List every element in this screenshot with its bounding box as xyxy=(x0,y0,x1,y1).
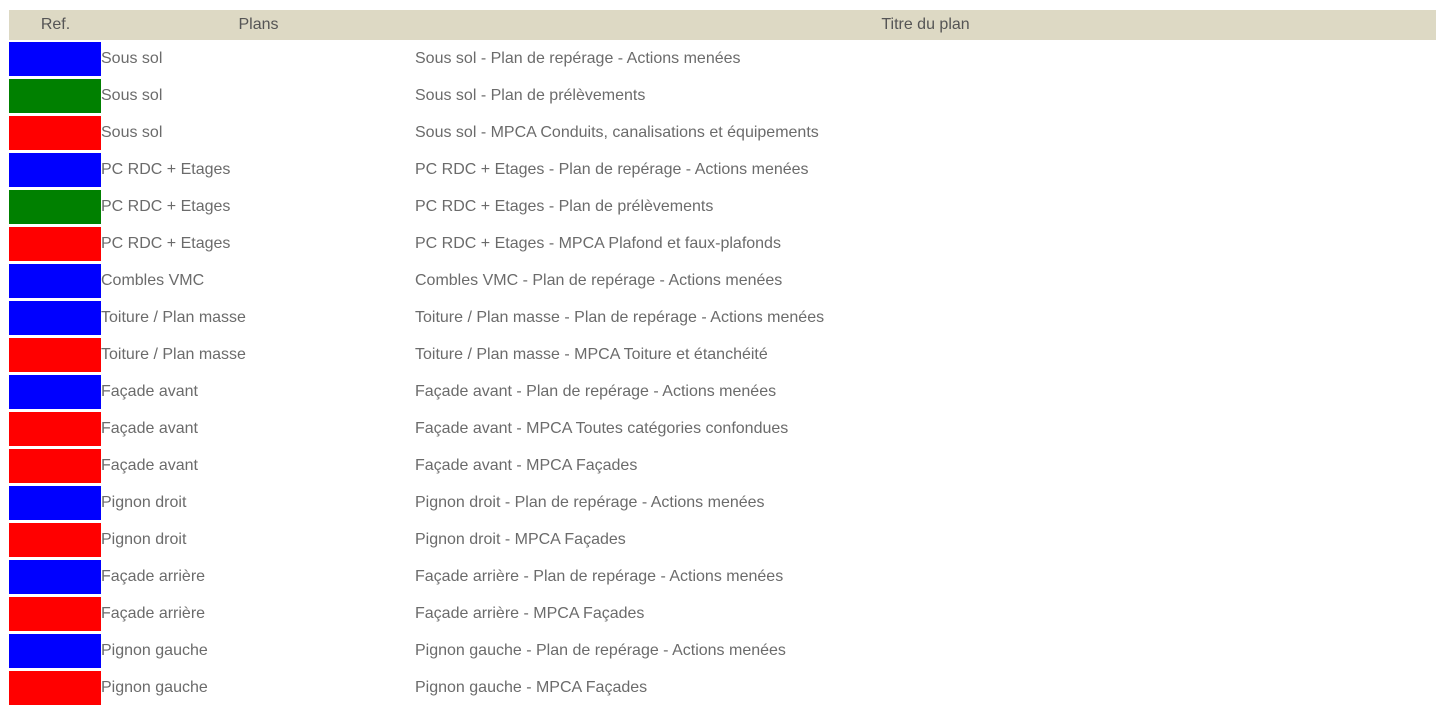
plan-title[interactable]: Pignon gauche - MPCA Façades xyxy=(415,669,1436,706)
plan-title[interactable]: Façade arrière - MPCA Façades xyxy=(415,595,1436,632)
table-row[interactable]: Façade avant Façade avant - Plan de repér… xyxy=(9,373,1436,410)
plan-name: Toiture / Plan masse xyxy=(101,345,246,363)
table-row[interactable]: Pignon gauche Pignon gauche - Plan de rep… xyxy=(9,632,1436,669)
plan-name: PC RDC + Etages xyxy=(101,160,231,178)
plan-title[interactable]: Façade arrière - Plan de repérage - Acti… xyxy=(415,558,1436,595)
ref-color-swatch xyxy=(9,227,101,261)
ref-color-swatch xyxy=(9,153,101,187)
table-header: Ref. Plans Titre du plan xyxy=(9,10,1436,40)
ref-color-swatch xyxy=(9,486,101,520)
plan-title[interactable]: Pignon droit - MPCA Façades xyxy=(415,521,1436,558)
plan-name: Combles VMC xyxy=(101,271,205,289)
table-row[interactable]: PC RDC + Etages PC RDC + Etages - Plan de… xyxy=(9,151,1436,188)
column-header-plans: Plans xyxy=(238,16,279,33)
plan-title[interactable]: Toiture / Plan masse - Plan de repérage … xyxy=(415,299,1436,336)
table-row[interactable]: Combles VMC Combles VMC - Plan de repérag… xyxy=(9,262,1436,299)
table-row[interactable]: Façade avant Façade avant - MPCA Toutes c… xyxy=(9,410,1436,447)
plan-name: Pignon gauche xyxy=(101,641,208,659)
table-row[interactable]: Pignon droit Pignon droit - MPCA Façades xyxy=(9,521,1436,558)
plan-title[interactable]: Façade avant - Plan de repérage - Action… xyxy=(415,373,1436,410)
ref-color-swatch xyxy=(9,79,101,113)
table-row[interactable]: PC RDC + Etages PC RDC + Etages - Plan de… xyxy=(9,188,1436,225)
plan-name: Sous sol xyxy=(101,123,163,141)
plans-table: Ref. Plans Titre du plan Sous sol Sous so… xyxy=(9,10,1436,706)
plan-title[interactable]: Sous sol - Plan de prélèvements xyxy=(415,77,1436,114)
ref-color-swatch xyxy=(9,338,101,372)
table-row[interactable]: Pignon gauche Pignon gauche - MPCA Façade… xyxy=(9,669,1436,706)
ref-color-swatch xyxy=(9,116,101,150)
plan-name: Sous sol xyxy=(101,49,163,67)
ref-color-swatch xyxy=(9,597,101,631)
plan-title[interactable]: PC RDC + Etages - MPCA Plafond et faux-p… xyxy=(415,225,1436,262)
table-row[interactable]: PC RDC + Etages PC RDC + Etages - MPCA Pl… xyxy=(9,225,1436,262)
plan-name: Sous sol xyxy=(101,86,163,104)
ref-color-swatch xyxy=(9,560,101,594)
plan-title[interactable]: PC RDC + Etages - Plan de repérage - Act… xyxy=(415,151,1436,188)
plan-name: Toiture / Plan masse xyxy=(101,308,246,326)
plan-title[interactable]: Pignon gauche - Plan de repérage - Actio… xyxy=(415,632,1436,669)
table-row[interactable]: Sous sol Sous sol - Plan de repérage - Ac… xyxy=(9,40,1436,77)
ref-color-swatch xyxy=(9,412,101,446)
plan-title[interactable]: Façade avant - MPCA Façades xyxy=(415,447,1436,484)
table-row[interactable]: Sous sol Sous sol - MPCA Conduits, canali… xyxy=(9,114,1436,151)
table-row[interactable]: Façade arrière Façade arrière - MPCA Faça… xyxy=(9,595,1436,632)
plan-name: Façade avant xyxy=(101,456,198,474)
ref-color-swatch xyxy=(9,301,101,335)
ref-color-swatch xyxy=(9,449,101,483)
table-row[interactable]: Toiture / Plan masse Toiture / Plan masse… xyxy=(9,336,1436,373)
plan-name: PC RDC + Etages xyxy=(101,197,231,215)
table-row[interactable]: Pignon droit Pignon droit - Plan de repér… xyxy=(9,484,1436,521)
ref-color-swatch xyxy=(9,523,101,557)
plan-title[interactable]: Sous sol - Plan de repérage - Actions me… xyxy=(415,40,1436,77)
plan-title[interactable]: Sous sol - MPCA Conduits, canalisations … xyxy=(415,114,1436,151)
ref-color-swatch xyxy=(9,264,101,298)
plan-name: Façade arrière xyxy=(101,567,206,585)
table-body: Sous sol Sous sol - Plan de repérage - Ac… xyxy=(9,40,1436,706)
plan-title[interactable]: Combles VMC - Plan de repérage - Actions… xyxy=(415,262,1436,299)
column-header-titre: Titre du plan xyxy=(881,16,970,33)
plan-name: Façade avant xyxy=(101,382,198,400)
plan-title[interactable]: PC RDC + Etages - Plan de prélèvements xyxy=(415,188,1436,225)
plan-name: Pignon droit xyxy=(101,530,187,548)
ref-color-swatch xyxy=(9,634,101,668)
plan-name: Pignon droit xyxy=(101,493,187,511)
ref-color-swatch xyxy=(9,42,101,76)
plan-name: Pignon gauche xyxy=(101,678,208,696)
plan-name: PC RDC + Etages xyxy=(101,234,231,252)
table-row[interactable]: Façade arrière Façade arrière - Plan de r… xyxy=(9,558,1436,595)
table-row[interactable]: Sous sol Sous sol - Plan de prélèvements xyxy=(9,77,1436,114)
plan-name: Façade avant xyxy=(101,419,198,437)
table-row[interactable]: Façade avant Façade avant - MPCA Façades xyxy=(9,447,1436,484)
plan-name: Façade arrière xyxy=(101,604,206,622)
ref-color-swatch xyxy=(9,671,101,705)
ref-color-swatch xyxy=(9,190,101,224)
plan-title[interactable]: Toiture / Plan masse - MPCA Toiture et é… xyxy=(415,336,1436,373)
column-header-ref: Ref. xyxy=(40,16,71,33)
plan-title[interactable]: Pignon droit - Plan de repérage - Action… xyxy=(415,484,1436,521)
ref-color-swatch xyxy=(9,375,101,409)
table-row[interactable]: Toiture / Plan masse Toiture / Plan masse… xyxy=(9,299,1436,336)
plan-title[interactable]: Façade avant - MPCA Toutes catégories co… xyxy=(415,410,1436,447)
